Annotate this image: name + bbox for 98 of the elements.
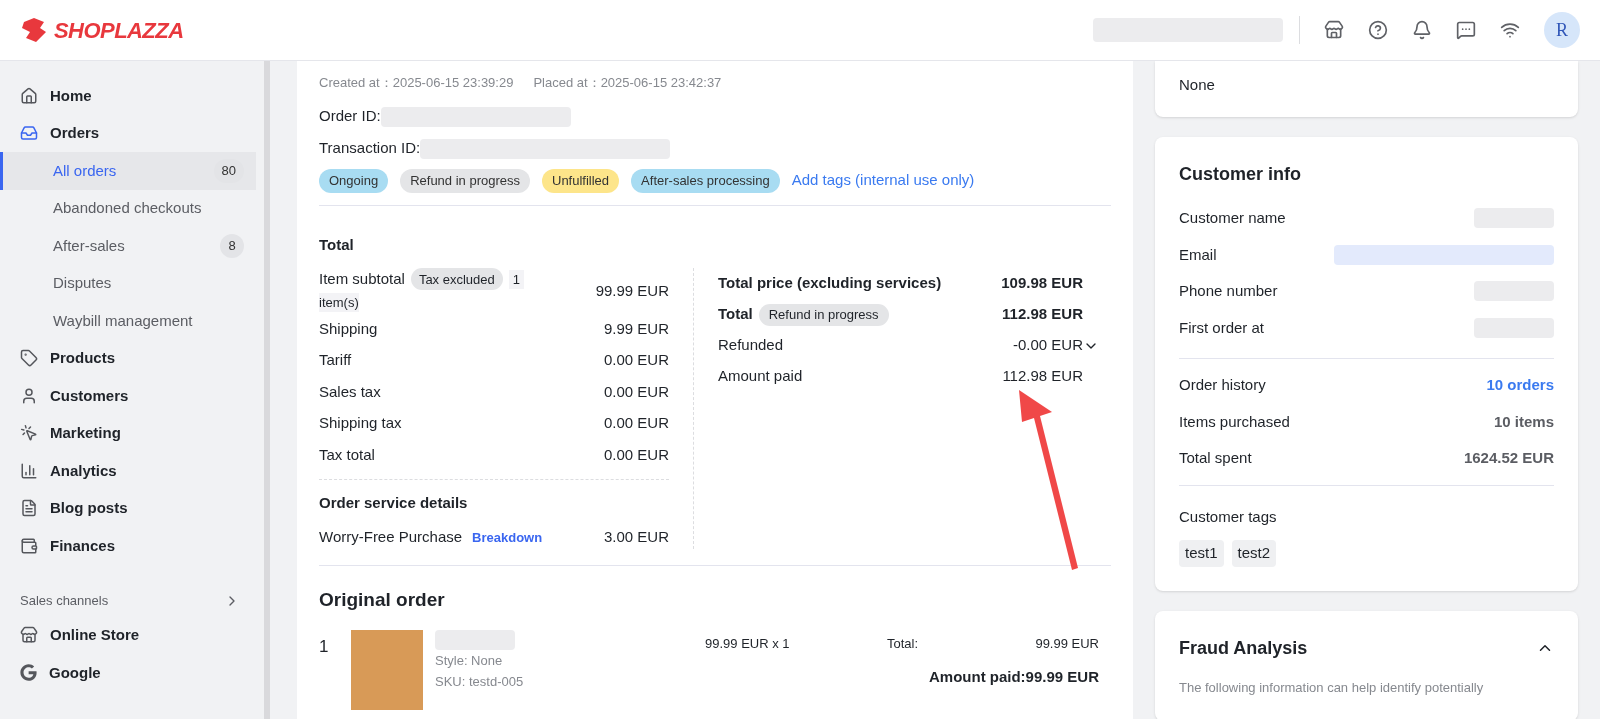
total-label: Total:: [887, 635, 919, 653]
nav-item[interactable]: Customers: [0, 377, 256, 415]
line-number: 1: [319, 636, 330, 658]
section-title: Order service details: [319, 492, 469, 513]
google-icon: [20, 664, 37, 682]
section-title: Total: [319, 234, 355, 255]
nav-item[interactable]: Finances: [0, 527, 256, 565]
subnav-item[interactable]: All orders 80: [0, 152, 256, 190]
stat-value: 1624.52 EUR: [1463, 448, 1554, 468]
store-icon: [20, 626, 38, 645]
section-title: Original order: [319, 587, 446, 612]
row-label: Tax total: [319, 444, 375, 465]
subnav-item[interactable]: After-sales 8: [0, 227, 256, 265]
nav-item[interactable]: Google: [0, 654, 264, 692]
notes-value: None: [1179, 76, 1215, 93]
wallet-icon: [20, 536, 38, 555]
row-label: Shipping tax: [319, 413, 402, 433]
document-icon: [20, 499, 38, 518]
subnav-item[interactable]: Waybill management: [0, 302, 256, 340]
summary-label: Amount paid: [718, 366, 803, 387]
product-sku: SKU: testd-005: [435, 673, 525, 691]
order-id-label: Order ID:: [319, 106, 381, 127]
nav-item[interactable]: Blog posts: [0, 489, 256, 527]
stat-value: 10 items: [1493, 411, 1554, 432]
field-label: Email: [1179, 244, 1217, 265]
fraud-description: The following information can help identify potentially: [1179, 678, 1485, 697]
home-icon: [20, 86, 38, 105]
stat-label: Items purchased: [1179, 411, 1290, 432]
logo-icon: [20, 16, 48, 44]
tag-icon: [20, 349, 38, 368]
user-avatar[interactable]: R: [1544, 12, 1580, 48]
order-history-link[interactable]: 10 orders: [1486, 374, 1554, 397]
product-style: Style: None: [435, 652, 504, 670]
row-value: 0.00 EUR: [603, 381, 669, 402]
placed-date: Placed at：2025-06-15 23:42:37: [533, 74, 722, 92]
help-icon[interactable]: [1368, 20, 1388, 40]
section-title: Sales channels: [20, 591, 109, 610]
status-tag: Refund in progress: [758, 303, 889, 326]
summary-value: 112.98 EUR: [1002, 304, 1083, 325]
row-label: Sales tax: [319, 381, 381, 402]
total-value: 99.99 EUR: [1035, 635, 1099, 653]
field-label: Customer tags: [1179, 506, 1278, 527]
nav-item[interactable]: Analytics: [0, 452, 256, 490]
summary-label: Total price (excluding services): [718, 273, 942, 294]
field-label: Phone number: [1179, 281, 1278, 301]
row-value: 3.00 EUR: [603, 527, 669, 547]
row-label: Shipping: [319, 318, 378, 339]
card-title: Customer info: [1179, 163, 1302, 186]
store-icon[interactable]: [1324, 20, 1344, 40]
row-value: 0.00 EUR: [603, 413, 669, 433]
summary-value: -0.00 EUR: [1012, 335, 1083, 356]
subnav-item[interactable]: Abandoned checkouts: [0, 189, 256, 227]
customer-tag: test2: [1231, 540, 1277, 567]
subnav-item[interactable]: Disputes: [0, 264, 256, 302]
nav-item[interactable]: Marketing: [0, 414, 256, 452]
cursor-icon: [20, 424, 38, 443]
status-tag: After-sales processing: [631, 168, 780, 193]
nav-item[interactable]: Products: [0, 339, 256, 377]
item-count: 1: [508, 269, 524, 289]
summary-label: Refunded: [718, 335, 784, 356]
wifi-icon[interactable]: [1500, 20, 1520, 40]
nav-item[interactable]: Orders: [0, 114, 256, 152]
bar-chart-icon: [20, 461, 38, 480]
count-badge: 8: [220, 233, 244, 258]
nav-item[interactable]: Online Store: [0, 616, 264, 654]
status-tag: Ongoing: [319, 168, 389, 193]
status-tag: Unfulfilled: [542, 168, 620, 193]
nav-item[interactable]: Home: [0, 77, 256, 115]
summary-value: 109.98 EUR: [1001, 273, 1083, 294]
tax-badge: Tax excluded: [410, 268, 503, 291]
chat-icon[interactable]: [1456, 20, 1476, 40]
row-value: 99.99 EUR: [595, 281, 669, 301]
stat-label: Order history: [1179, 375, 1266, 395]
row-value: 9.99 EUR: [603, 318, 669, 339]
row-value: 0.00 EUR: [603, 350, 669, 370]
status-tag: Refund in progress: [400, 168, 530, 193]
summary-label: Total: [718, 304, 753, 325]
unit-price: 99.99 EUR x 1: [705, 635, 791, 653]
person-icon: [20, 386, 38, 405]
item-count: item(s): [319, 292, 359, 312]
row-label: Item subtotal: [319, 269, 405, 289]
customer-tag: test1: [1179, 540, 1224, 567]
transaction-id-label: Transaction ID:: [319, 138, 421, 159]
summary-value: 112.98 EUR: [1002, 366, 1083, 387]
row-label: Tariff: [319, 350, 352, 370]
amount-paid: Amount paid:99.99 EUR: [927, 666, 1099, 687]
field-label: First order at: [1179, 317, 1265, 338]
breakdown-link[interactable]: Breakdown: [472, 527, 543, 547]
notification-icon[interactable]: [1412, 20, 1432, 40]
row-value: 0.00 EUR: [603, 444, 669, 465]
brand-logo[interactable]: SHOPLAZZA: [54, 13, 184, 47]
add-tags-link[interactable]: Add tags (internal use only): [791, 169, 975, 192]
created-date: Created at：2025-06-15 23:39:29: [319, 74, 514, 92]
field-label: Customer name: [1179, 208, 1286, 228]
card-title: Fraud Analysis: [1179, 636, 1308, 660]
row-label: Worry-Free Purchase: [319, 527, 463, 547]
inbox-icon: [20, 124, 38, 143]
stat-label: Total spent: [1179, 448, 1252, 468]
